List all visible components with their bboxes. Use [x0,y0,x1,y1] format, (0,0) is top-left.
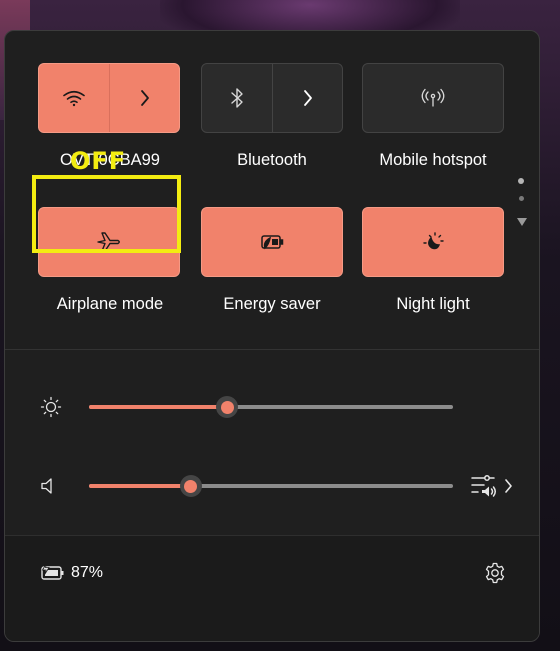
battery-charging-icon[interactable] [37,561,67,583]
night-light-tile[interactable] [362,207,504,277]
brightness-slider[interactable] [89,396,453,418]
section-divider [5,349,539,350]
mobile-hotspot-tile[interactable] [362,63,504,133]
chevron-right-icon [504,478,513,494]
brightness-slider-thumb[interactable] [216,396,239,418]
bluetooth-tile [201,63,343,133]
off-annotation-label: OFF [70,147,127,175]
audio-output-icon [470,473,498,499]
volume-slider-thumb[interactable] [179,475,202,497]
mobile-hotspot-toggle[interactable] [363,64,503,132]
bluetooth-label: Bluetooth [237,151,307,169]
chevron-down-icon[interactable] [516,216,528,228]
hotspot-icon [420,88,446,108]
brightness-icon [39,395,63,419]
wifi-expand-button[interactable] [110,64,179,132]
airplane-mode-highlight-box [32,175,181,253]
quick-settings-footer [5,535,539,641]
brightness-slider-fill [89,405,228,409]
chevron-right-icon [139,89,151,107]
bluetooth-toggle[interactable] [202,64,272,132]
wifi-icon [62,89,86,107]
energy-saver-icon [258,233,286,251]
energy-saver-label: Energy saver [223,295,321,313]
energy-saver-toggle[interactable] [202,208,342,276]
speaker-icon[interactable] [37,474,61,498]
audio-output-button[interactable] [465,472,517,500]
volume-slider-fill [89,484,191,488]
quick-settings-panel: OVT-0CBA99 Bluetooth Mobile hotspot Airp… [4,30,540,642]
volume-slider[interactable] [89,475,453,497]
page-indicator[interactable] [519,196,524,201]
page-indicator-active[interactable] [518,178,524,184]
bluetooth-expand-button[interactable] [273,64,342,132]
wifi-tile [38,63,180,133]
chevron-right-icon [302,89,314,107]
airplane-mode-label: Airplane mode [56,295,164,313]
mobile-hotspot-label: Mobile hotspot [379,151,487,169]
battery-percentage[interactable]: 87% [71,564,103,582]
night-light-toggle[interactable] [363,208,503,276]
gear-icon[interactable] [483,561,507,585]
wifi-toggle[interactable] [39,64,109,132]
bluetooth-icon [230,87,244,109]
night-light-icon [421,231,445,253]
footer-divider [5,535,539,536]
energy-saver-tile[interactable] [201,207,343,277]
night-light-label: Night light [396,295,470,313]
